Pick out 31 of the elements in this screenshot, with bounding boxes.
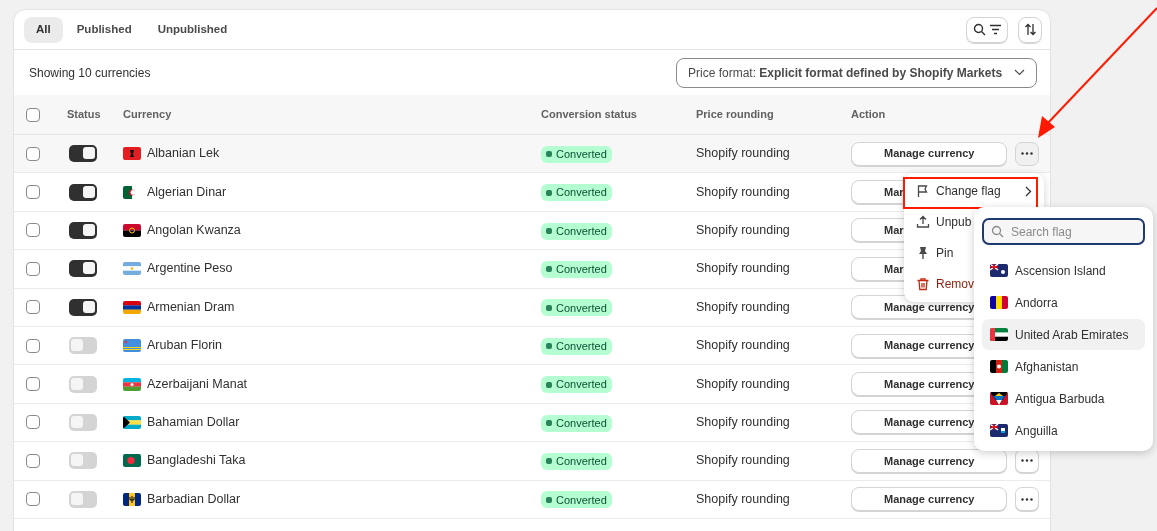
currency-name: Barbadian Dollar bbox=[147, 490, 241, 508]
column-header: Action bbox=[851, 108, 886, 121]
column-header: Price rounding bbox=[696, 108, 774, 121]
status-badge: Converted bbox=[541, 376, 612, 394]
rounding-text: Shopify rounding bbox=[696, 338, 790, 353]
rounding-text: Shopify rounding bbox=[696, 223, 790, 238]
status-badge: Converted bbox=[541, 145, 612, 163]
rounding-text: Shopify rounding bbox=[696, 453, 790, 468]
currency-name: Armenian Dram bbox=[147, 298, 235, 316]
rounding-text: Shopify rounding bbox=[696, 415, 790, 430]
status-badge: Converted bbox=[541, 299, 612, 317]
rounding-text: Shopify rounding bbox=[696, 376, 790, 391]
currency-count: Showing 10 currencies bbox=[29, 64, 151, 82]
rounding-text: Shopify rounding bbox=[696, 146, 790, 161]
currency-name: Aruban Florin bbox=[147, 337, 223, 355]
column-header: Currency bbox=[123, 108, 172, 121]
rounding-text: Shopify rounding bbox=[696, 184, 790, 199]
status-badge: Converted bbox=[541, 184, 612, 202]
currency-name: Azerbaijani Manat bbox=[147, 375, 248, 393]
rounding-text: Shopify rounding bbox=[696, 261, 790, 276]
currency-name: Bangladeshi Taka bbox=[147, 452, 246, 470]
currency-name: Angolan Kwanza bbox=[147, 222, 241, 240]
rounding-text: Shopify rounding bbox=[696, 491, 790, 506]
currency-name: Argentine Peso bbox=[147, 260, 233, 278]
currency-name: Bahamian Dollar bbox=[147, 414, 240, 432]
currency-name: Albanian Lek bbox=[147, 145, 220, 163]
currency-name: Algerian Dinar bbox=[147, 183, 227, 201]
status-badge: Converted bbox=[541, 491, 612, 509]
rounding-text: Shopify rounding bbox=[696, 299, 790, 314]
column-header: Conversion status bbox=[541, 108, 637, 121]
column-header: Status bbox=[67, 108, 101, 121]
